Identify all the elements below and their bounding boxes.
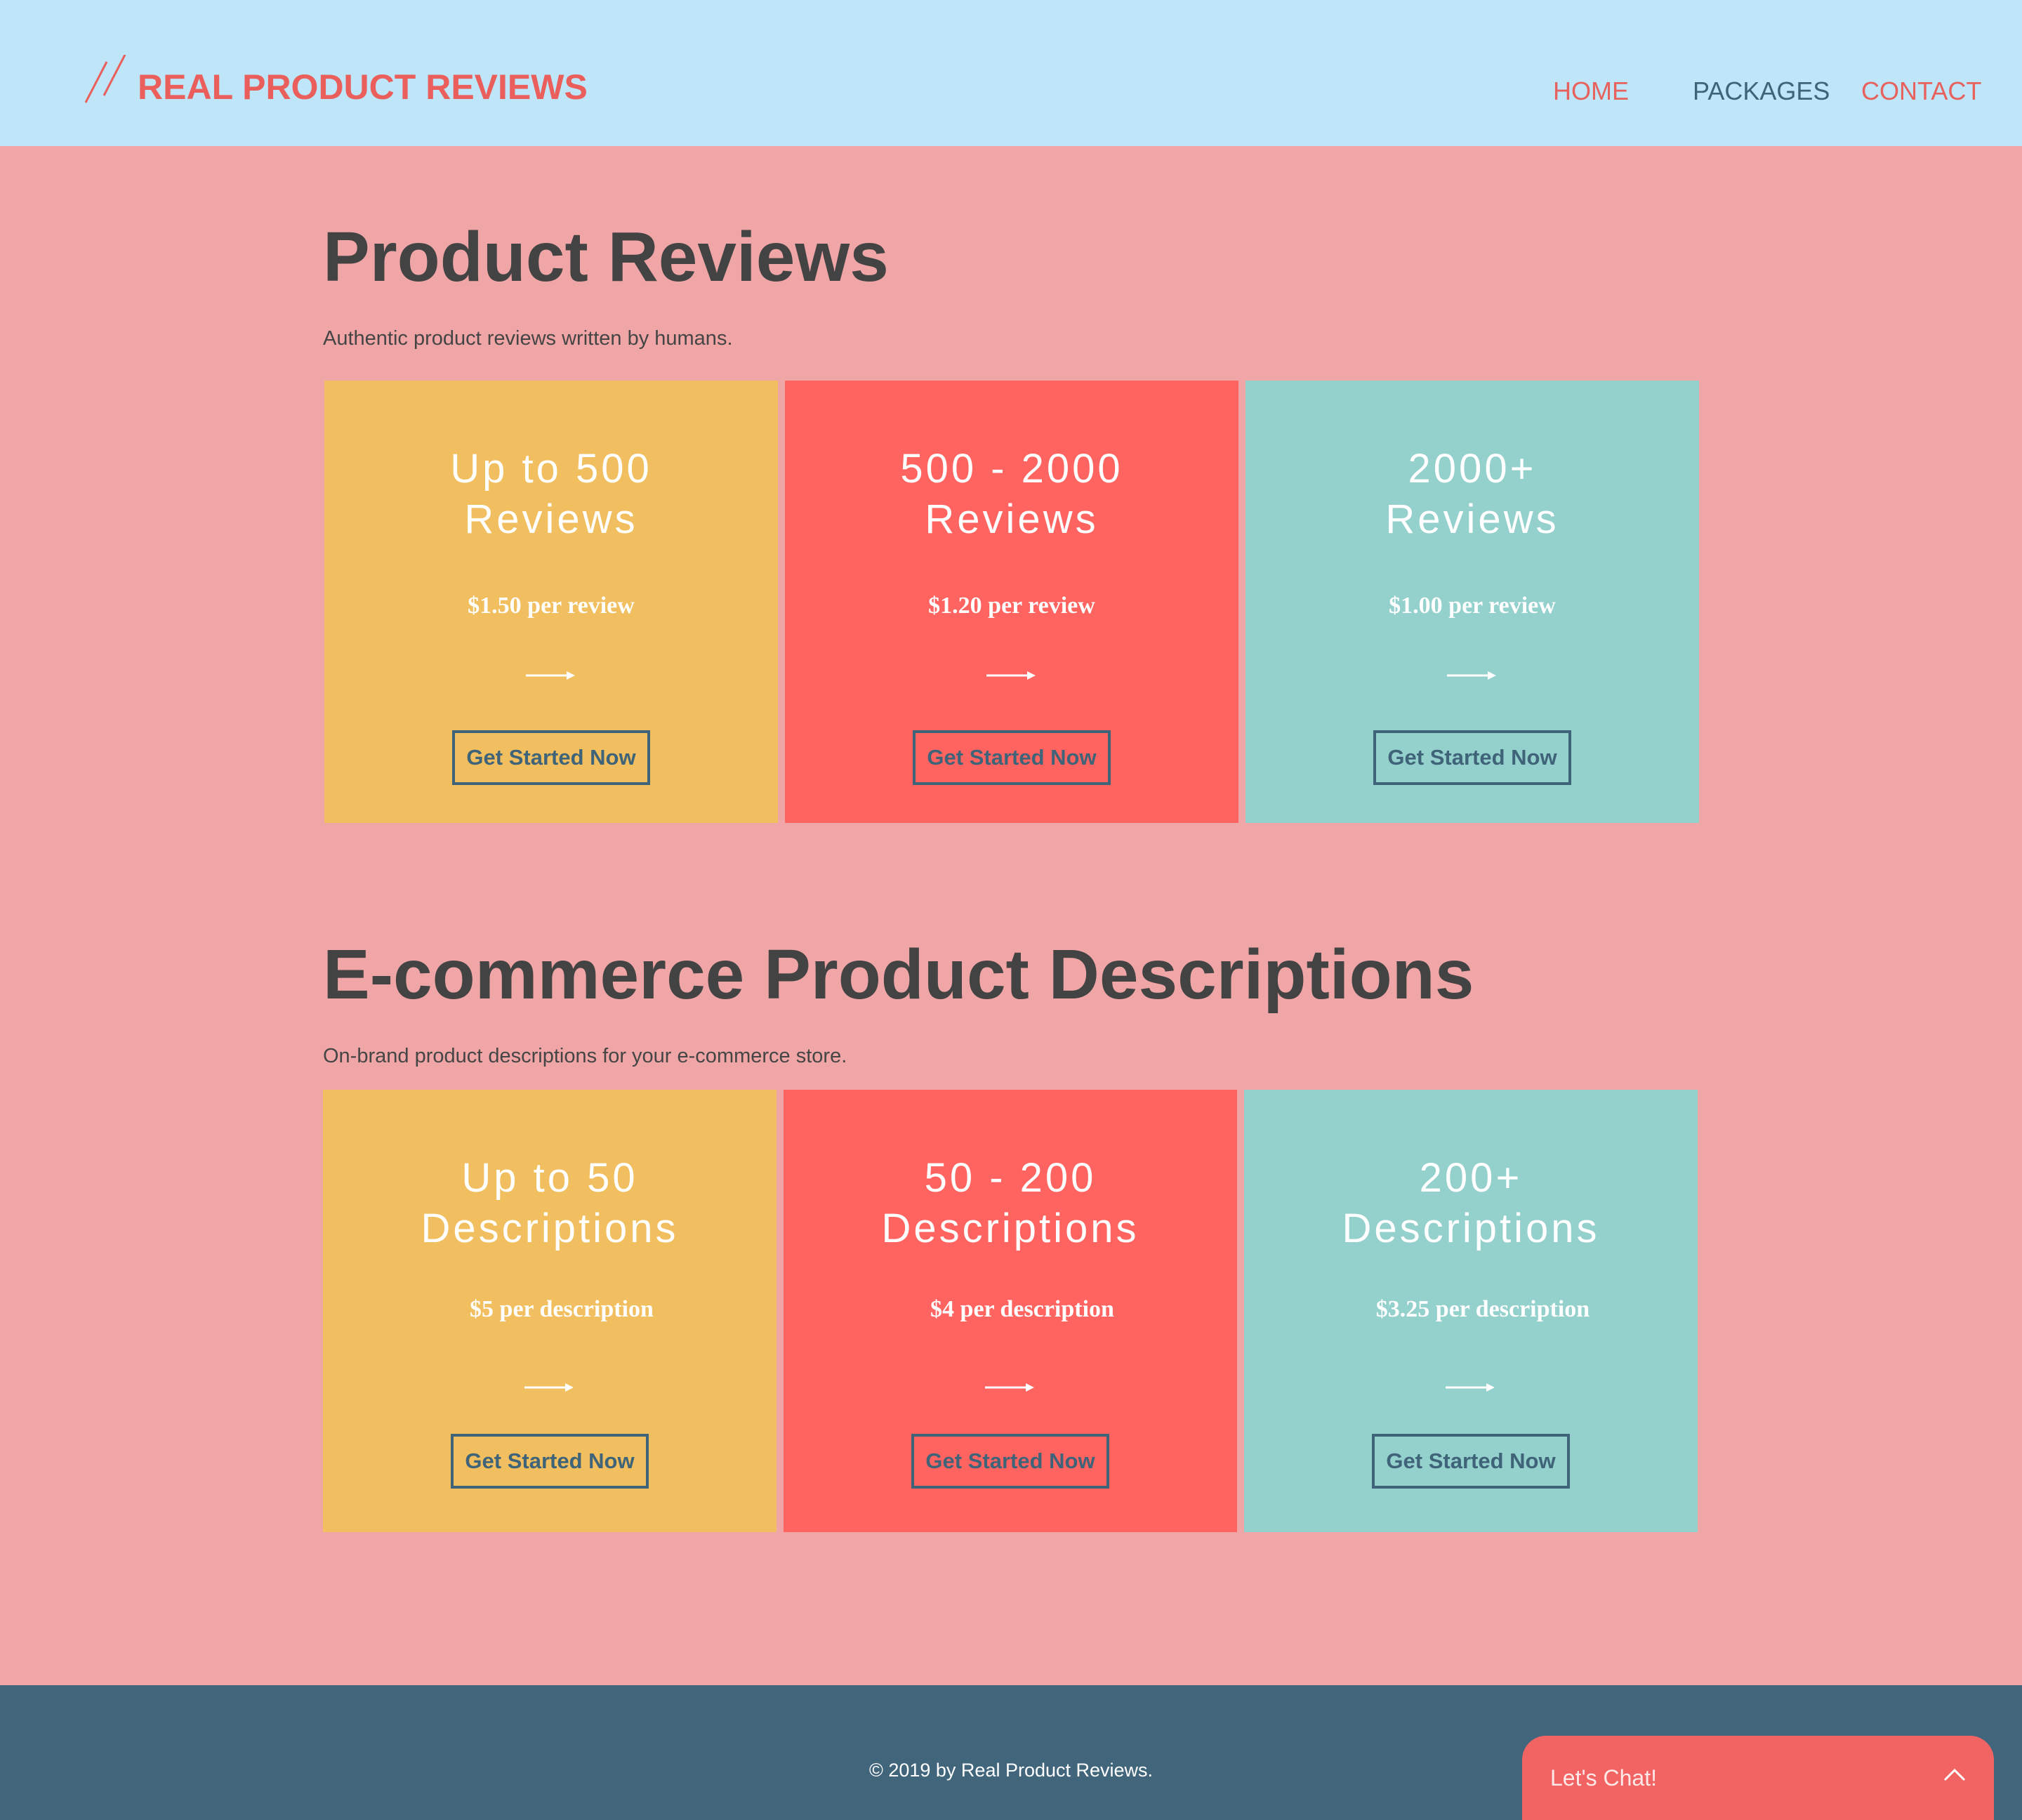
- arrow-right-icon: [985, 1383, 1034, 1392]
- arrow-right-icon: [986, 671, 1036, 680]
- site-logo-text[interactable]: REAL PRODUCT REVIEWS: [138, 66, 588, 108]
- double-slash-logo-icon[interactable]: [83, 55, 132, 105]
- card-title-line-2: Reviews: [925, 496, 1099, 542]
- site-header: REAL PRODUCT REVIEWS HOME PACKAGES CONTA…: [0, 0, 2022, 146]
- card-title: Up to 500 Reviews: [324, 444, 778, 545]
- card-title: 500 - 2000 Reviews: [785, 444, 1238, 545]
- arrow-right-icon: [526, 671, 575, 680]
- reviews-section-subtitle: Authentic product reviews written by hum…: [323, 327, 733, 350]
- card-title-line-1: 500 - 2000: [900, 446, 1123, 492]
- card-title-line-2: Descriptions: [421, 1206, 679, 1251]
- arrow-right-icon: [524, 1383, 574, 1392]
- card-price: $4 per description: [930, 1296, 1114, 1322]
- descriptions-card-tier-3: 200+ Descriptions $3.25 per description …: [1244, 1090, 1698, 1532]
- get-started-button[interactable]: Get Started Now: [1372, 1434, 1570, 1489]
- get-started-button[interactable]: Get Started Now: [1373, 730, 1571, 785]
- card-price: $1.50 per review: [468, 593, 635, 619]
- reviews-card-tier-1: Up to 500 Reviews $1.50 per review Get S…: [324, 381, 778, 823]
- card-title: Up to 50 Descriptions: [323, 1153, 777, 1254]
- card-title-line-2: Descriptions: [1342, 1206, 1600, 1251]
- reviews-card-tier-3: 2000+ Reviews $1.00 per review Get Start…: [1245, 381, 1699, 823]
- get-started-button[interactable]: Get Started Now: [911, 1434, 1109, 1489]
- chat-widget[interactable]: Let's Chat!: [1522, 1736, 1994, 1820]
- descriptions-section-title: E-commerce Product Descriptions: [323, 935, 1474, 1014]
- card-title-line-1: 200+: [1419, 1155, 1523, 1201]
- arrow-right-icon: [1447, 671, 1496, 680]
- arrow-right-icon: [1446, 1383, 1495, 1392]
- card-price: $3.25 per description: [1375, 1296, 1590, 1322]
- card-title: 200+ Descriptions: [1244, 1153, 1698, 1254]
- descriptions-card-tier-1: Up to 50 Descriptions $5 per description…: [323, 1090, 777, 1532]
- get-started-button[interactable]: Get Started Now: [451, 1434, 649, 1489]
- card-title-line-2: Reviews: [1385, 496, 1559, 542]
- descriptions-section-subtitle: On-brand product descriptions for your e…: [323, 1045, 847, 1067]
- get-started-button[interactable]: Get Started Now: [452, 730, 650, 785]
- card-title: 50 - 200 Descriptions: [784, 1153, 1237, 1254]
- card-title-line-2: Reviews: [464, 496, 638, 542]
- nav-home-link[interactable]: HOME: [1553, 76, 1629, 107]
- card-price: $5 per description: [470, 1296, 654, 1322]
- card-title-line-1: 50 - 200: [924, 1155, 1097, 1201]
- get-started-button[interactable]: Get Started Now: [913, 730, 1111, 785]
- card-title-line-2: Descriptions: [881, 1206, 1139, 1251]
- card-price: $1.20 per review: [928, 593, 1095, 619]
- card-title: 2000+ Reviews: [1245, 444, 1699, 545]
- card-price: $1.00 per review: [1389, 593, 1556, 619]
- card-title-line-1: 2000+: [1408, 446, 1537, 492]
- descriptions-card-tier-2: 50 - 200 Descriptions $4 per description…: [784, 1090, 1237, 1532]
- nav-packages-link[interactable]: PACKAGES: [1693, 76, 1830, 107]
- nav-contact-link[interactable]: CONTACT: [1861, 76, 1981, 107]
- card-title-line-1: Up to 500: [450, 446, 652, 492]
- reviews-card-tier-2: 500 - 2000 Reviews $1.20 per review Get …: [785, 381, 1238, 823]
- reviews-section-title: Product Reviews: [323, 218, 889, 296]
- chevron-up-icon[interactable]: [1943, 1767, 1966, 1782]
- card-title-line-1: Up to 50: [461, 1155, 638, 1201]
- chat-label: Let's Chat!: [1550, 1765, 1657, 1791]
